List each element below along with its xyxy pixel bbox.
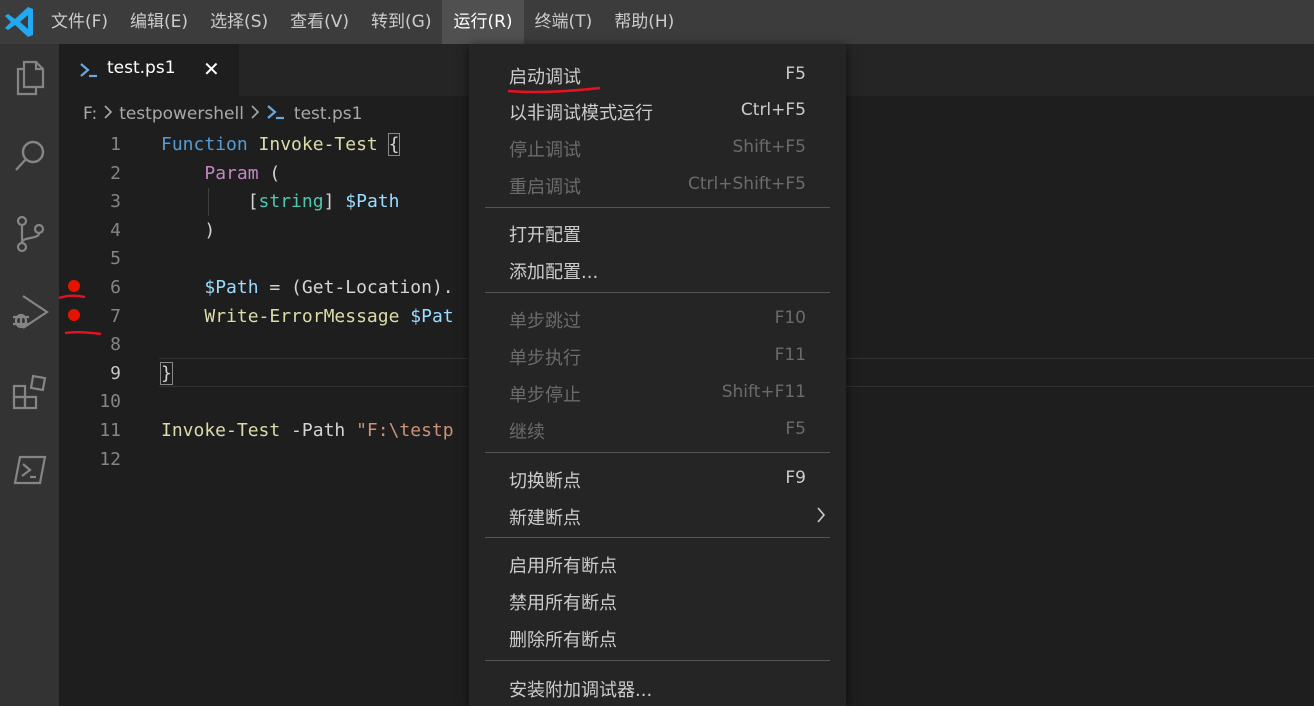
menu-toggle-breakpoint[interactable]: 切换断点 F9 bbox=[485, 460, 830, 497]
menu-step-into[interactable]: 单步执行 F11 bbox=[485, 337, 830, 374]
source-control-icon[interactable] bbox=[0, 204, 59, 264]
menu-start-debugging[interactable]: 启动调试 F5 bbox=[485, 56, 830, 94]
run-debug-icon[interactable] bbox=[0, 282, 59, 342]
chevron-right-icon bbox=[816, 507, 826, 527]
code-token: $Pat bbox=[399, 305, 454, 327]
code-token: Invoke-Test bbox=[161, 420, 281, 441]
code-token: "F:\testp bbox=[356, 420, 454, 441]
vscode-logo-icon bbox=[0, 0, 40, 44]
tab-test-ps1[interactable]: test.ps1 ✕ bbox=[59, 44, 239, 96]
breadcrumb-file[interactable]: test.ps1 bbox=[294, 104, 363, 124]
line-number: 2 bbox=[110, 162, 121, 184]
code-token: Param bbox=[204, 162, 259, 184]
menu-continue[interactable]: 继续 F5 bbox=[485, 411, 830, 448]
menu-separator bbox=[485, 452, 830, 453]
line-number: 1 bbox=[110, 134, 121, 155]
code-token: $Path bbox=[345, 191, 400, 213]
search-icon[interactable] bbox=[0, 126, 59, 186]
code-token: Write-ErrorMessage bbox=[204, 305, 400, 327]
menu-restart-debugging[interactable]: 重启调试 Ctrl+Shift+F5 bbox=[485, 166, 830, 203]
menu-edit[interactable]: 编辑(E) bbox=[119, 0, 199, 44]
menu-step-out[interactable]: 单步停止 Shift+F11 bbox=[485, 374, 830, 411]
menu-install-additional-debuggers[interactable]: 安装附加调试器... bbox=[485, 669, 830, 706]
menu-terminal[interactable]: 终端(T) bbox=[524, 0, 604, 44]
line-number: 12 bbox=[99, 448, 121, 470]
line-number: 10 bbox=[99, 391, 121, 413]
menu-disable-all-breakpoints[interactable]: 禁用所有断点 bbox=[485, 582, 830, 619]
menu-new-breakpoint[interactable]: 新建断点 bbox=[485, 497, 830, 534]
menu-run-without-debugging[interactable]: 以非调试模式运行 Ctrl+F5 bbox=[485, 92, 830, 129]
close-icon[interactable]: ✕ bbox=[203, 57, 220, 81]
menu-view[interactable]: 查看(V) bbox=[279, 0, 360, 44]
line-number: 5 bbox=[110, 248, 121, 270]
menu-run[interactable]: 运行(R) bbox=[442, 0, 524, 44]
line-number: 11 bbox=[99, 420, 121, 441]
code-token: [ bbox=[247, 191, 259, 213]
chevron-right-icon bbox=[103, 104, 113, 124]
code-token: $Path bbox=[204, 277, 259, 298]
powershell-icon[interactable] bbox=[0, 440, 59, 500]
menu-stop-debugging[interactable]: 停止调试 Shift+F5 bbox=[485, 129, 830, 166]
line-number: 3 bbox=[110, 191, 121, 213]
menu-selection[interactable]: 选择(S) bbox=[199, 0, 279, 44]
line-number: 9 bbox=[110, 362, 121, 384]
extensions-icon[interactable] bbox=[0, 362, 59, 422]
code-token: ] bbox=[323, 191, 346, 213]
menu-separator bbox=[485, 207, 830, 208]
menu-separator bbox=[485, 660, 830, 661]
breadcrumb-drive[interactable]: F: bbox=[83, 104, 97, 124]
menu-remove-all-breakpoints[interactable]: 删除所有断点 bbox=[485, 619, 830, 656]
code-token: ) bbox=[204, 219, 216, 241]
menu-file[interactable]: 文件(F) bbox=[40, 0, 119, 44]
menu-add-configuration[interactable]: 添加配置... bbox=[485, 251, 830, 288]
breadcrumb-folder[interactable]: testpowershell bbox=[119, 104, 244, 124]
explorer-icon[interactable] bbox=[0, 48, 59, 108]
title-menubar: 文件(F) 编辑(E) 选择(S) 查看(V) 转到(G) 运行(R) 终端(T… bbox=[0, 0, 1314, 44]
menu-step-over[interactable]: 单步跳过 F10 bbox=[485, 300, 830, 337]
code-token: Function bbox=[161, 134, 248, 155]
menu-separator bbox=[485, 292, 830, 293]
menu-open-configuration[interactable]: 打开配置 bbox=[485, 214, 830, 251]
code-token: ( bbox=[258, 162, 281, 184]
code-token: = (Get-Location). bbox=[258, 277, 454, 298]
code-token: Invoke-Test bbox=[258, 134, 378, 155]
menu-separator bbox=[485, 537, 830, 538]
chevron-right-icon bbox=[250, 104, 260, 124]
menu-help[interactable]: 帮助(H) bbox=[603, 0, 685, 44]
run-menu-dropdown: 启动调试 F5 以非调试模式运行 Ctrl+F5 停止调试 Shift+F5 重… bbox=[469, 44, 846, 706]
code-token: string bbox=[258, 191, 324, 213]
breadcrumb: F: testpowershell test.ps1 bbox=[83, 101, 362, 127]
code-token: { bbox=[387, 133, 401, 156]
annotation-underline bbox=[58, 294, 102, 336]
menu-enable-all-breakpoints[interactable]: 启用所有断点 bbox=[485, 545, 830, 582]
code-token: -Path bbox=[280, 420, 357, 441]
line-number: 4 bbox=[110, 219, 121, 241]
powershell-file-icon bbox=[266, 104, 286, 125]
powershell-file-icon bbox=[79, 62, 99, 82]
tab-label: test.ps1 bbox=[107, 58, 176, 78]
menu-go[interactable]: 转到(G) bbox=[360, 0, 442, 44]
code-token: } bbox=[160, 361, 173, 385]
activity-bar bbox=[0, 44, 59, 706]
